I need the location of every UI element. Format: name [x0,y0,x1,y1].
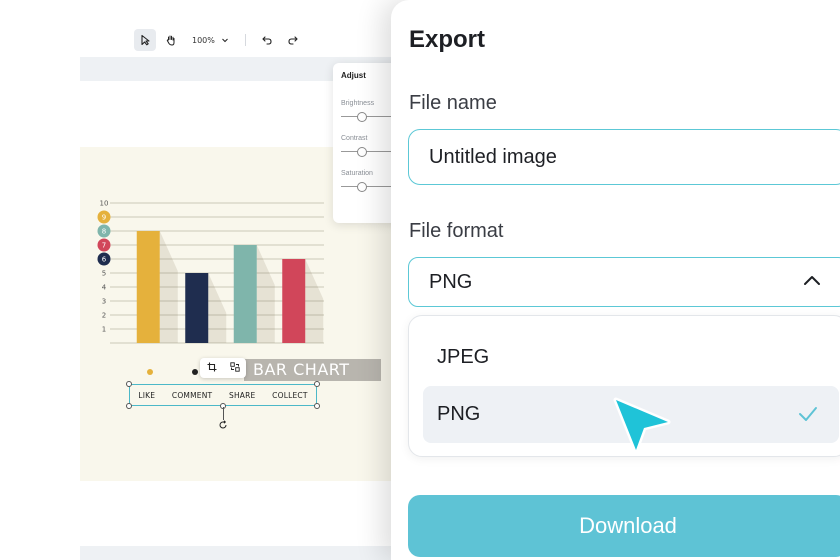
bar-comment [185,273,209,343]
file-name-input[interactable] [408,129,840,185]
redo-icon[interactable] [282,29,304,51]
resize-handle[interactable] [314,403,320,409]
file-name-label: File name [409,92,497,114]
selected-format: PNG [429,270,473,293]
tick-label: 7 [102,242,106,250]
bar-shadow [305,259,324,343]
chevron-down-icon [222,38,228,43]
tick-label: 8 [102,228,106,236]
chevron-up-icon [804,276,820,285]
canvas-background-bottom [80,546,400,560]
chart-title[interactable]: BAR CHART [244,359,381,381]
selection-toolbar [200,358,246,378]
option-label: JPEG [437,346,490,368]
resize-handle[interactable] [314,381,320,387]
tick-label: 3 [102,298,106,306]
category-label: COLLECT [272,390,308,400]
file-format-label: File format [409,220,504,242]
rotate-icon[interactable] [217,420,229,432]
tick-label: 4 [102,284,107,292]
pointer-cursor-icon [613,397,671,453]
toolbar-divider [244,34,246,46]
bar-collect [282,259,306,343]
slider-knob[interactable] [357,182,367,192]
select-tool-icon[interactable] [134,29,156,51]
zoom-value: 100% [192,35,215,45]
bar-shadow [256,245,275,343]
rotate-connector [223,407,224,420]
hand-tool-icon[interactable] [160,29,182,51]
replace-icon[interactable] [229,362,240,374]
export-panel: Export File name File format PNG JPEG PN… [391,0,840,560]
tick-label: 9 [102,214,106,222]
decorative-dot [192,369,198,375]
tick-label: 2 [102,312,106,320]
bar-share [233,245,257,343]
panel-title: Export [409,26,486,53]
slider-knob[interactable] [357,112,367,122]
option-label: PNG [437,403,481,425]
slider-knob[interactable] [357,147,367,157]
format-option-jpeg[interactable]: JPEG [423,329,839,386]
undo-icon[interactable] [256,29,278,51]
bar-chart[interactable]: 1 2 3 4 5 6 7 8 9 10 [90,190,340,350]
resize-handle[interactable] [126,381,132,387]
category-label: LIKE [138,390,156,400]
editor-toolbar: 100% [134,28,304,52]
tick-label: 5 [102,270,106,278]
bar-shadow [208,273,227,343]
category-label: SHARE [229,390,256,400]
tick-label: 10 [100,200,109,208]
zoom-dropdown[interactable]: 100% [186,36,235,45]
check-icon [799,407,817,421]
crop-icon[interactable] [207,362,217,374]
bar-shadow [159,231,178,343]
decorative-dot [147,369,153,375]
tick-label: 1 [102,326,106,334]
bar-like [136,231,160,343]
resize-handle[interactable] [126,403,132,409]
category-label: COMMENT [171,390,213,400]
download-button[interactable]: Download [408,495,840,557]
tick-label: 6 [102,256,107,264]
file-format-select[interactable]: PNG [408,257,840,307]
